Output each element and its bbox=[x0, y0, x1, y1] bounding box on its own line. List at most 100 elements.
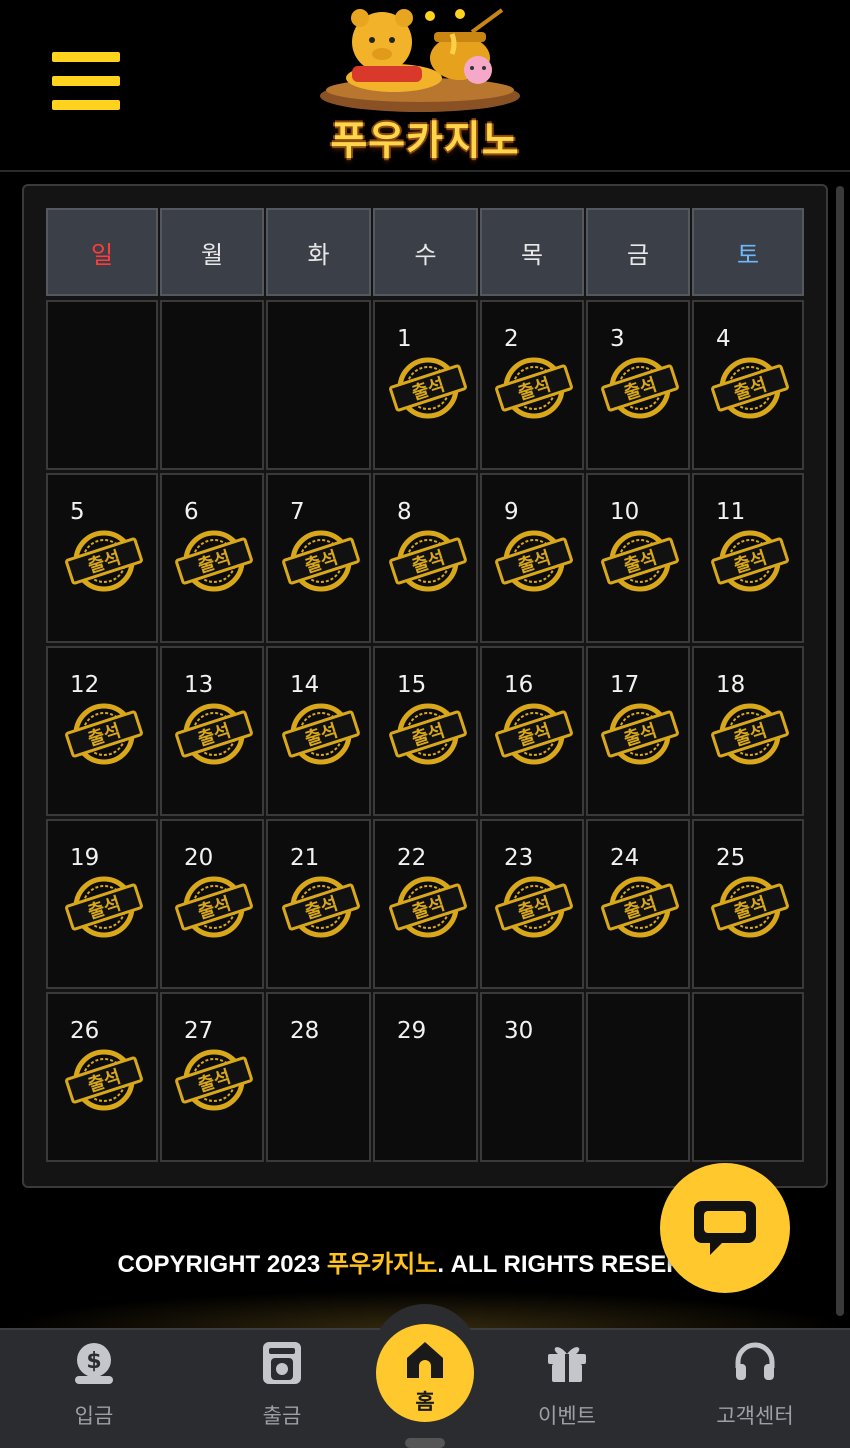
calendar-day-cell: 7 출석 bbox=[266, 473, 371, 643]
day-number: 20 bbox=[184, 845, 214, 871]
home-indicator bbox=[405, 1438, 445, 1448]
calendar-day-cell: 22 출석 bbox=[373, 819, 478, 989]
attendance-stamp-icon: 출석 bbox=[281, 703, 360, 765]
calendar-day-cell bbox=[266, 300, 371, 470]
attendance-stamp-icon: 출석 bbox=[175, 530, 253, 592]
calendar-day-cell: 20 출석 bbox=[160, 819, 264, 989]
gift-icon bbox=[548, 1347, 586, 1382]
logo-text: 푸우카지노 bbox=[330, 118, 520, 164]
day-number: 30 bbox=[504, 1018, 534, 1044]
calendar-day-cell: 25 출석 bbox=[692, 819, 804, 989]
day-number: 26 bbox=[70, 1018, 100, 1044]
calendar-day-cell: 16 출석 bbox=[480, 646, 584, 816]
day-number: 16 bbox=[504, 672, 534, 698]
day-number: 10 bbox=[610, 499, 640, 525]
day-number: 21 bbox=[290, 845, 320, 871]
headset-icon bbox=[735, 1342, 775, 1380]
weekday-label: 화 bbox=[307, 240, 330, 269]
attendance-stamp-icon: 출석 bbox=[65, 1049, 143, 1111]
logo[interactable]: 푸우카지노 bbox=[302, 4, 548, 164]
calendar-day-cell bbox=[586, 992, 690, 1162]
weekday-header: 수 bbox=[373, 208, 478, 296]
scrollbar[interactable] bbox=[836, 186, 844, 1316]
calendar-day-cell: 6 출석 bbox=[160, 473, 264, 643]
chat-bubble-icon bbox=[694, 1201, 756, 1255]
weekday-header: 목 bbox=[480, 208, 584, 296]
svg-text:$: $ bbox=[86, 1349, 101, 1374]
calendar-day-cell: 15 출석 bbox=[373, 646, 478, 816]
day-number: 23 bbox=[504, 845, 534, 871]
nav-withdraw[interactable]: 출금 bbox=[217, 1330, 347, 1430]
day-number: 6 bbox=[184, 499, 199, 525]
calendar-day-cell: 18 출석 bbox=[692, 646, 804, 816]
calendar-day-cell: 2 출석 bbox=[480, 300, 584, 470]
weekday-header: 일 bbox=[46, 208, 158, 296]
calendar-day-cell: 9 출석 bbox=[480, 473, 584, 643]
calendar-day-cell bbox=[692, 992, 804, 1162]
menu-bar bbox=[52, 76, 120, 86]
calendar-day-cell: 12 출석 bbox=[46, 646, 158, 816]
weekday-label: 월 bbox=[200, 240, 224, 269]
attendance-stamp-icon: 출석 bbox=[711, 703, 789, 765]
attendance-stamp-icon: 출석 bbox=[65, 876, 143, 938]
weekday-header: 월 bbox=[160, 208, 264, 296]
day-number: 11 bbox=[716, 499, 746, 525]
day-number: 5 bbox=[70, 499, 85, 525]
day-number: 13 bbox=[184, 672, 214, 698]
attendance-stamp-icon: 출석 bbox=[388, 703, 467, 765]
calendar-day-cell: 19 출석 bbox=[46, 819, 158, 989]
day-number: 18 bbox=[716, 672, 746, 698]
attendance-stamp-icon: 출석 bbox=[495, 703, 573, 765]
nav-deposit[interactable]: $ 입금 bbox=[29, 1330, 159, 1430]
day-number: 15 bbox=[397, 672, 427, 698]
menu-button[interactable] bbox=[52, 52, 120, 112]
weekday-header: 화 bbox=[266, 208, 371, 296]
attendance-stamp-icon: 출석 bbox=[65, 703, 143, 765]
day-number: 28 bbox=[290, 1018, 320, 1044]
calendar-day-cell: 29 bbox=[373, 992, 478, 1162]
nav-support[interactable]: 고객센터 bbox=[690, 1330, 820, 1430]
day-number: 2 bbox=[504, 326, 519, 352]
attendance-stamp-icon: 출석 bbox=[175, 876, 253, 938]
calendar-day-cell: 3 출석 bbox=[586, 300, 690, 470]
calendar-day-cell: 4 출석 bbox=[692, 300, 804, 470]
nav-home[interactable]: 홈 bbox=[376, 1324, 474, 1422]
nav-withdraw-label: 출금 bbox=[262, 1404, 302, 1428]
day-number: 25 bbox=[716, 845, 746, 871]
calendar-day-cell: 27 출석 bbox=[160, 992, 264, 1162]
day-number: 27 bbox=[184, 1018, 214, 1044]
day-number: 3 bbox=[610, 326, 625, 352]
day-number: 29 bbox=[397, 1018, 427, 1044]
copyright-brand: 푸우카지노 bbox=[326, 1251, 438, 1278]
calendar-day-cell: 24 출석 bbox=[586, 819, 690, 989]
attendance-stamp-icon: 출석 bbox=[388, 530, 467, 592]
scrollbar-thumb[interactable] bbox=[836, 186, 844, 1316]
calendar-day-cell: 11 출석 bbox=[692, 473, 804, 643]
calendar-day-cell: 26 출석 bbox=[46, 992, 158, 1162]
weekday-header: 토 bbox=[692, 208, 804, 296]
day-number: 14 bbox=[290, 672, 320, 698]
chat-button[interactable] bbox=[660, 1163, 790, 1293]
menu-bar bbox=[52, 52, 120, 62]
day-number: 19 bbox=[70, 845, 100, 871]
attendance-calendar: 일 월 화 수 목 금 토 1 출석 2 출석 3 출석 4 출석 5 출석 6 출석 7 출석 8 출석 9 출석 10 출석 11… bbox=[22, 184, 828, 1188]
calendar-day-cell: 5 출석 bbox=[46, 473, 158, 643]
attendance-stamp-icon: 출석 bbox=[495, 357, 573, 419]
attendance-stamp-icon: 출석 bbox=[388, 876, 467, 938]
day-number: 9 bbox=[504, 499, 519, 525]
weekday-label: 목 bbox=[520, 240, 544, 269]
attendance-stamp-icon: 출석 bbox=[711, 357, 789, 419]
attendance-stamp-icon: 출석 bbox=[175, 1049, 253, 1111]
attendance-stamp-icon: 출석 bbox=[495, 876, 573, 938]
menu-bar bbox=[52, 100, 120, 110]
nav-event[interactable]: 이벤트 bbox=[502, 1330, 632, 1430]
calendar-day-cell bbox=[46, 300, 158, 470]
calendar-day-cell: 28 bbox=[266, 992, 371, 1162]
attendance-stamp-icon: 출석 bbox=[388, 357, 467, 419]
calendar-day-cell: 23 출석 bbox=[480, 819, 584, 989]
money-bag-icon: $ bbox=[75, 1343, 113, 1384]
nav-event-label: 이벤트 bbox=[538, 1404, 596, 1428]
day-number: 1 bbox=[397, 326, 412, 352]
weekday-label: 수 bbox=[414, 240, 437, 269]
calendar-day-cell: 8 출석 bbox=[373, 473, 478, 643]
